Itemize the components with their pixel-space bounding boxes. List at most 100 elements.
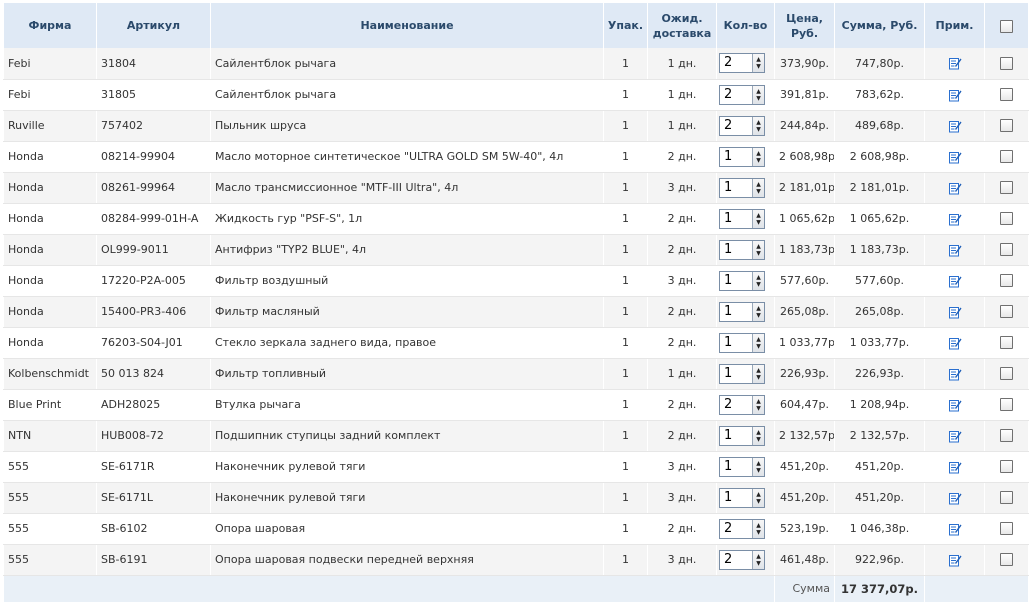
col-header-pack[interactable]: Упак. bbox=[603, 3, 648, 48]
col-header-note[interactable]: Прим. bbox=[924, 3, 985, 48]
quantity-value[interactable]: 1 bbox=[720, 272, 752, 290]
spinner-arrows-icon[interactable]: ▲ ▼ bbox=[752, 302, 764, 321]
edit-note-icon[interactable] bbox=[948, 119, 962, 133]
spinner-arrows-icon[interactable]: ▲ ▼ bbox=[752, 116, 764, 135]
spinner-arrows-icon[interactable]: ▲ ▼ bbox=[752, 85, 764, 104]
spinner-arrows-icon[interactable]: ▲ ▼ bbox=[752, 364, 764, 383]
quantity-value[interactable]: 2 bbox=[720, 551, 752, 569]
edit-note-icon[interactable] bbox=[948, 274, 962, 288]
row-checkbox[interactable] bbox=[1000, 491, 1013, 505]
quantity-stepper[interactable]: 1 ▲ ▼ bbox=[719, 208, 765, 229]
col-header-sum[interactable]: Сумма, Руб. bbox=[834, 3, 925, 48]
edit-note-icon[interactable] bbox=[948, 243, 962, 257]
quantity-stepper[interactable]: 1 ▲ ▼ bbox=[719, 456, 765, 477]
quantity-stepper[interactable]: 2 ▲ ▼ bbox=[719, 84, 765, 105]
spinner-arrows-icon[interactable]: ▲ ▼ bbox=[752, 240, 764, 259]
row-checkbox[interactable] bbox=[1000, 553, 1013, 567]
quantity-value[interactable]: 1 bbox=[720, 334, 752, 352]
quantity-value[interactable]: 2 bbox=[720, 86, 752, 104]
quantity-value[interactable]: 1 bbox=[720, 458, 752, 476]
spinner-arrows-icon[interactable]: ▲ ▼ bbox=[752, 333, 764, 352]
col-header-article[interactable]: Артикул bbox=[96, 3, 211, 48]
edit-note-icon[interactable] bbox=[948, 491, 962, 505]
quantity-value[interactable]: 1 bbox=[720, 303, 752, 321]
col-header-price[interactable]: Цена, Руб. bbox=[774, 3, 835, 48]
col-header-firm[interactable]: Фирма bbox=[3, 3, 97, 48]
spinner-arrows-icon[interactable]: ▲ ▼ bbox=[752, 395, 764, 414]
spinner-arrows-icon[interactable]: ▲ ▼ bbox=[752, 209, 764, 228]
spinner-arrows-icon[interactable]: ▲ ▼ bbox=[752, 147, 764, 166]
row-checkbox[interactable] bbox=[1000, 57, 1013, 70]
edit-note-icon[interactable] bbox=[948, 150, 962, 164]
spinner-arrows-icon[interactable]: ▲ ▼ bbox=[752, 519, 764, 538]
quantity-value[interactable]: 2 bbox=[720, 396, 752, 414]
quantity-value[interactable]: 2 bbox=[720, 117, 752, 135]
col-header-name[interactable]: Наименование bbox=[210, 3, 604, 48]
row-checkbox[interactable] bbox=[1000, 119, 1013, 133]
cell-sum: 1 065,62р. bbox=[834, 203, 925, 235]
spinner-arrows-icon[interactable]: ▲ ▼ bbox=[752, 426, 764, 445]
row-checkbox[interactable] bbox=[1000, 274, 1013, 288]
row-checkbox[interactable] bbox=[1000, 336, 1013, 350]
edit-note-icon[interactable] bbox=[948, 429, 962, 443]
select-all-checkbox[interactable] bbox=[1000, 19, 1013, 33]
quantity-value[interactable]: 2 bbox=[720, 54, 752, 72]
edit-note-icon[interactable] bbox=[948, 181, 962, 195]
quantity-value[interactable]: 1 bbox=[720, 365, 752, 383]
quantity-stepper[interactable]: 1 ▲ ▼ bbox=[719, 301, 765, 322]
row-checkbox[interactable] bbox=[1000, 181, 1013, 195]
edit-note-icon[interactable] bbox=[948, 398, 962, 412]
quantity-stepper[interactable]: 1 ▲ ▼ bbox=[719, 332, 765, 353]
spinner-arrows-icon[interactable]: ▲ ▼ bbox=[752, 178, 764, 197]
cell-select bbox=[984, 513, 1029, 545]
edit-note-icon[interactable] bbox=[948, 460, 962, 474]
quantity-value[interactable]: 1 bbox=[720, 179, 752, 197]
edit-note-icon[interactable] bbox=[948, 212, 962, 226]
spinner-arrows-icon[interactable]: ▲ ▼ bbox=[752, 488, 764, 507]
row-checkbox[interactable] bbox=[1000, 460, 1013, 474]
spinner-arrows-icon[interactable]: ▲ ▼ bbox=[752, 54, 764, 73]
quantity-value[interactable]: 1 bbox=[720, 148, 752, 166]
quantity-stepper[interactable]: 1 ▲ ▼ bbox=[719, 177, 765, 198]
quantity-stepper[interactable]: 1 ▲ ▼ bbox=[719, 146, 765, 167]
quantity-value[interactable]: 2 bbox=[720, 520, 752, 538]
col-header-delivery[interactable]: Ожид. доставка bbox=[647, 3, 717, 48]
row-checkbox[interactable] bbox=[1000, 305, 1013, 319]
quantity-stepper[interactable]: 1 ▲ ▼ bbox=[719, 239, 765, 260]
quantity-stepper[interactable]: 2 ▲ ▼ bbox=[719, 518, 765, 539]
edit-note-icon[interactable] bbox=[948, 367, 962, 381]
quantity-stepper[interactable]: 1 ▲ ▼ bbox=[719, 363, 765, 384]
edit-note-icon[interactable] bbox=[948, 56, 962, 70]
row-checkbox[interactable] bbox=[1000, 243, 1013, 257]
edit-note-icon[interactable] bbox=[948, 305, 962, 319]
quantity-value[interactable]: 1 bbox=[720, 427, 752, 445]
quantity-stepper[interactable]: 1 ▲ ▼ bbox=[719, 487, 765, 508]
spinner-arrows-icon[interactable]: ▲ ▼ bbox=[752, 271, 764, 290]
quantity-stepper[interactable]: 1 ▲ ▼ bbox=[719, 425, 765, 446]
quantity-stepper[interactable]: 2 ▲ ▼ bbox=[719, 549, 765, 570]
spinner-arrows-icon[interactable]: ▲ ▼ bbox=[752, 457, 764, 476]
edit-note-icon[interactable] bbox=[948, 336, 962, 350]
edit-note-icon[interactable] bbox=[948, 522, 962, 536]
quantity-value[interactable]: 1 bbox=[720, 210, 752, 228]
row-checkbox[interactable] bbox=[1000, 88, 1013, 102]
quantity-stepper[interactable]: 2 ▲ ▼ bbox=[719, 394, 765, 415]
row-checkbox[interactable] bbox=[1000, 367, 1013, 381]
col-header-delivery-line1: Ожид. bbox=[661, 11, 703, 25]
quantity-stepper[interactable]: 1 ▲ ▼ bbox=[719, 270, 765, 291]
quantity-value[interactable]: 1 bbox=[720, 241, 752, 259]
quantity-stepper[interactable]: 2 ▲ ▼ bbox=[719, 53, 765, 74]
row-checkbox[interactable] bbox=[1000, 429, 1013, 443]
col-header-select[interactable] bbox=[984, 3, 1029, 48]
quantity-value[interactable]: 1 bbox=[720, 489, 752, 507]
row-checkbox[interactable] bbox=[1000, 522, 1013, 536]
edit-note-icon[interactable] bbox=[948, 88, 962, 102]
edit-note-icon[interactable] bbox=[948, 553, 962, 567]
cell-select bbox=[984, 110, 1029, 142]
row-checkbox[interactable] bbox=[1000, 212, 1013, 226]
row-checkbox[interactable] bbox=[1000, 398, 1013, 412]
row-checkbox[interactable] bbox=[1000, 150, 1013, 164]
quantity-stepper[interactable]: 2 ▲ ▼ bbox=[719, 115, 765, 136]
spinner-arrows-icon[interactable]: ▲ ▼ bbox=[752, 550, 764, 569]
col-header-qty[interactable]: Кол-во bbox=[716, 3, 775, 48]
